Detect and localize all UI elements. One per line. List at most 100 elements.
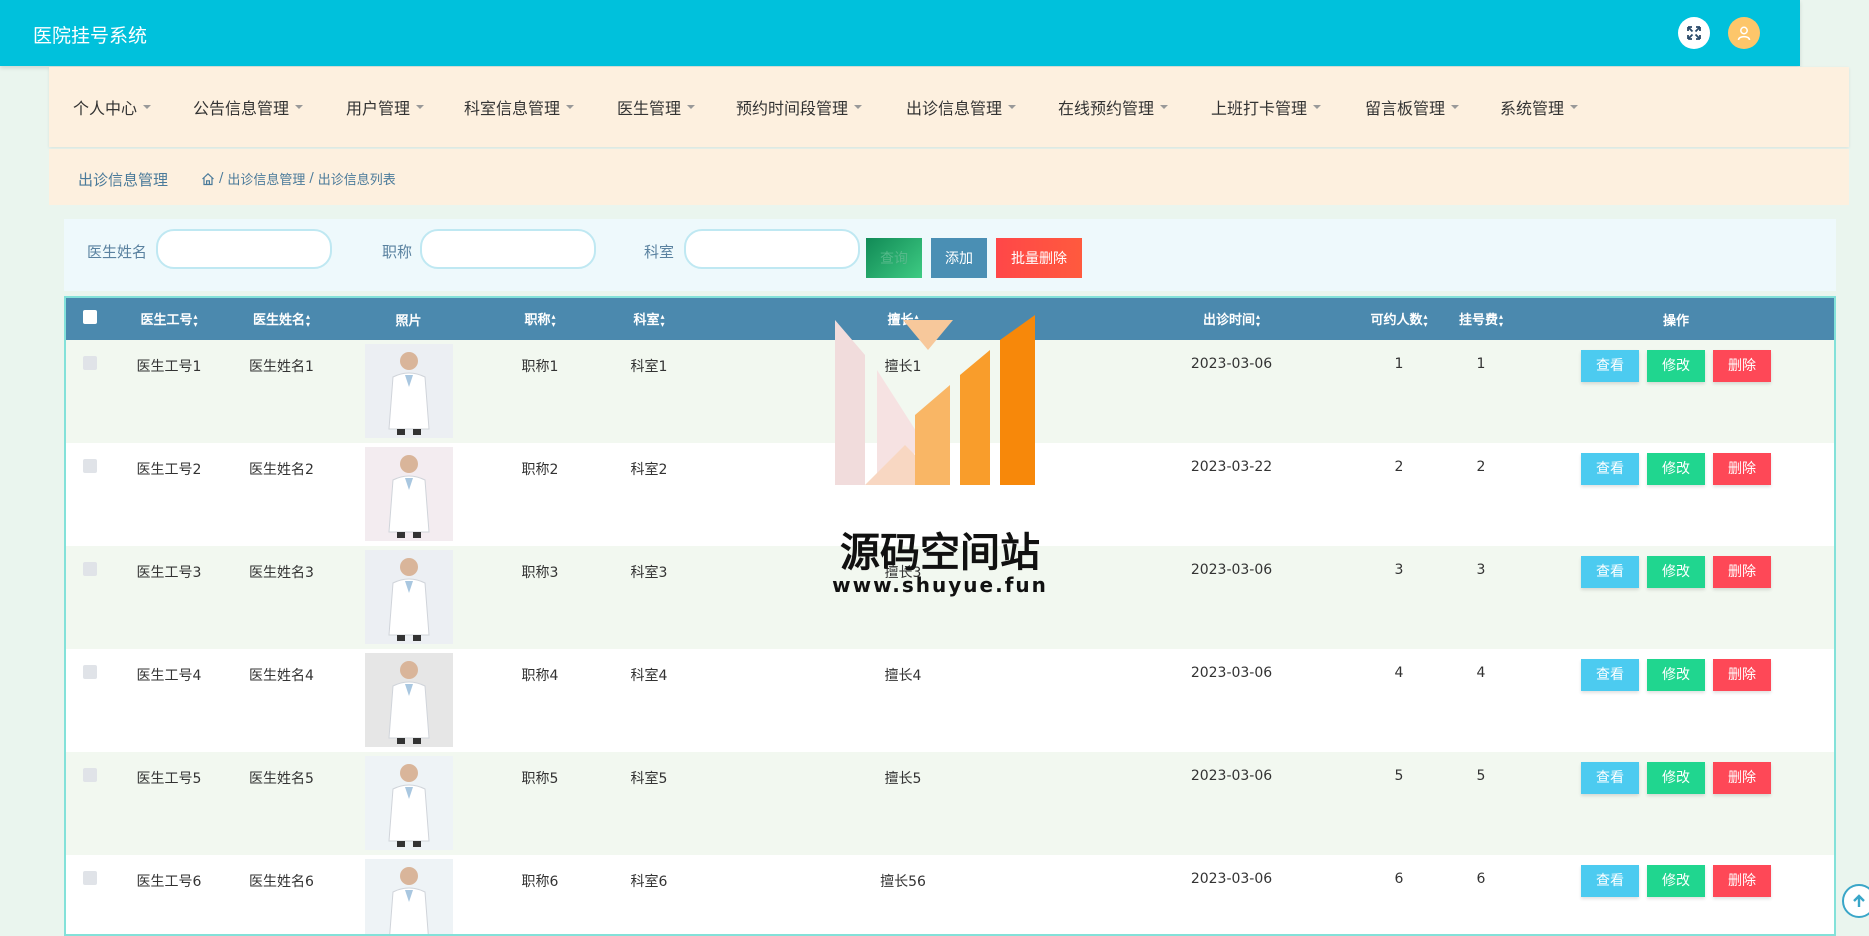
view-button[interactable]: 查看 <box>1581 556 1639 588</box>
cell-specialty: 擅长2 <box>884 462 922 478</box>
delete-button[interactable]: 删除 <box>1713 762 1771 794</box>
edit-button[interactable]: 修改 <box>1647 865 1705 897</box>
row-checkbox[interactable] <box>82 562 97 576</box>
caret-down-icon <box>295 105 304 109</box>
edit-button[interactable]: 修改 <box>1647 659 1705 691</box>
cell-actions: 查看 修改 删除 <box>1518 752 1834 855</box>
nav-item-system[interactable]: 系统管理 <box>1500 95 1579 119</box>
doctor-figure-icon <box>387 558 430 641</box>
header-label: 出诊时间 <box>1202 313 1255 329</box>
fullscreen-icon <box>1687 26 1701 40</box>
cell-title: 职称1 <box>521 359 559 375</box>
delete-button[interactable]: 删除 <box>1713 865 1771 897</box>
scroll-top-button[interactable] <box>1842 884 1869 918</box>
row-checkbox[interactable] <box>82 459 97 473</box>
view-button[interactable]: 查看 <box>1581 659 1639 691</box>
header-label: 照片 <box>395 313 422 329</box>
col-title[interactable]: 职称▴ ▾ <box>479 298 601 340</box>
cell-doctor-id: 医生工号6 <box>136 874 202 890</box>
search-button[interactable]: 查询 <box>866 238 922 278</box>
row-checkbox[interactable] <box>82 665 97 679</box>
fullscreen-button[interactable] <box>1678 17 1710 49</box>
caret-down-icon <box>1570 105 1579 109</box>
col-doctor-name[interactable]: 医生姓名▴ ▾ <box>225 298 338 340</box>
header-label: 擅长 <box>887 313 914 329</box>
nav-label: 科室信息管理 <box>464 99 561 118</box>
select-all-checkbox[interactable] <box>82 310 97 324</box>
nav-item-message-board[interactable]: 留言板管理 <box>1365 95 1460 119</box>
add-button[interactable]: 添加 <box>931 238 987 278</box>
col-dept[interactable]: 科室▴ ▾ <box>601 298 697 340</box>
cell-doctor-name: 医生姓名5 <box>249 771 314 787</box>
view-button[interactable]: 查看 <box>1581 350 1639 382</box>
col-visit-time[interactable]: 出诊时间▴ ▾ <box>1109 298 1354 340</box>
row-select-cell <box>66 752 113 855</box>
table-row: 医生工号6 医生姓名6 职称6 科室6 擅长56 2023-03-06 6 6 查看 修改 删除 <box>66 855 1834 934</box>
sort-icon[interactable]: ▴ ▾ <box>1256 312 1260 329</box>
row-select-cell <box>66 649 113 752</box>
user-button[interactable] <box>1728 17 1760 49</box>
delete-button[interactable]: 删除 <box>1713 350 1771 382</box>
sort-icon[interactable]: ▴ ▾ <box>194 312 198 329</box>
sort-icon[interactable]: ▴ ▾ <box>915 312 919 329</box>
doctor-name-input[interactable] <box>156 229 332 269</box>
delete-button[interactable]: 删除 <box>1713 659 1771 691</box>
edit-button[interactable]: 修改 <box>1647 453 1705 485</box>
nav-item-time-slots[interactable]: 预约时间段管理 <box>736 95 863 119</box>
doctor-figure-icon <box>387 352 430 435</box>
row-checkbox[interactable] <box>82 768 97 782</box>
sort-icon[interactable]: ▴ ▾ <box>1499 312 1503 329</box>
nav-item-online-booking[interactable]: 在线预约管理 <box>1058 95 1169 119</box>
main-nav: 个人中心 公告信息管理 用户管理 科室信息管理 医生管理 预约时间段管理 出诊信… <box>49 67 1849 147</box>
dept-input[interactable] <box>684 229 860 269</box>
row-select-cell <box>66 855 113 934</box>
nav-item-doctors[interactable]: 医生管理 <box>617 95 696 119</box>
col-specialty[interactable]: 擅长▴ ▾ <box>697 298 1109 340</box>
cell-specialty: 擅长3 <box>884 565 922 581</box>
edit-button[interactable]: 修改 <box>1647 762 1705 794</box>
cell-dept: 科室3 <box>630 565 668 581</box>
sort-icon[interactable]: ▴ ▾ <box>306 312 310 329</box>
nav-item-attendance[interactable]: 上班打卡管理 <box>1211 95 1322 119</box>
cell-actions: 查看 修改 删除 <box>1518 546 1834 649</box>
delete-button[interactable]: 删除 <box>1713 556 1771 588</box>
cell-quota: 1 <box>1394 356 1404 372</box>
caret-down-icon <box>687 105 696 109</box>
sort-icon[interactable]: ▴ ▾ <box>661 312 665 329</box>
row-checkbox[interactable] <box>82 356 97 370</box>
nav-item-personal-center[interactable]: 个人中心 <box>73 95 152 119</box>
view-button[interactable]: 查看 <box>1581 865 1639 897</box>
header-label: 医生工号 <box>140 313 193 329</box>
col-quota[interactable]: 可约人数▴ ▾ <box>1354 298 1444 340</box>
nav-item-announcement[interactable]: 公告信息管理 <box>193 95 304 119</box>
home-icon[interactable] <box>201 172 215 186</box>
cell-doctor-id: 医生工号4 <box>136 668 202 684</box>
nav-item-users[interactable]: 用户管理 <box>346 95 425 119</box>
delete-button[interactable]: 删除 <box>1713 453 1771 485</box>
nav-label: 系统管理 <box>1500 99 1565 118</box>
nav-item-departments[interactable]: 科室信息管理 <box>464 95 575 119</box>
doctor-figure-icon <box>387 455 430 538</box>
cell-dept: 科室4 <box>630 668 668 684</box>
header-label: 科室 <box>633 313 660 329</box>
header-label: 可约人数 <box>1370 313 1423 329</box>
edit-button[interactable]: 修改 <box>1647 556 1705 588</box>
cell-photo <box>338 649 479 752</box>
nav-label: 在线预约管理 <box>1058 99 1155 118</box>
view-button[interactable]: 查看 <box>1581 453 1639 485</box>
nav-item-visit-info[interactable]: 出诊信息管理 <box>906 95 1017 119</box>
title-input[interactable] <box>420 229 596 269</box>
row-checkbox[interactable] <box>82 871 97 885</box>
breadcrumb-item-visit-info[interactable]: 出诊信息管理 <box>227 169 305 188</box>
cell-quota: 3 <box>1394 562 1404 578</box>
edit-button[interactable]: 修改 <box>1647 350 1705 382</box>
cell-photo <box>338 855 479 934</box>
sort-icon[interactable]: ▴ ▾ <box>1424 312 1428 329</box>
sort-icon[interactable]: ▴ ▾ <box>552 312 556 329</box>
batch-delete-button[interactable]: 批量删除 <box>996 238 1082 278</box>
view-button[interactable]: 查看 <box>1581 762 1639 794</box>
col-doctor-id[interactable]: 医生工号▴ ▾ <box>113 298 225 340</box>
cell-doctor-name: 医生姓名2 <box>249 462 314 478</box>
doctor-name-label: 医生姓名 <box>87 243 148 261</box>
col-fee[interactable]: 挂号费▴ ▾ <box>1444 298 1518 340</box>
